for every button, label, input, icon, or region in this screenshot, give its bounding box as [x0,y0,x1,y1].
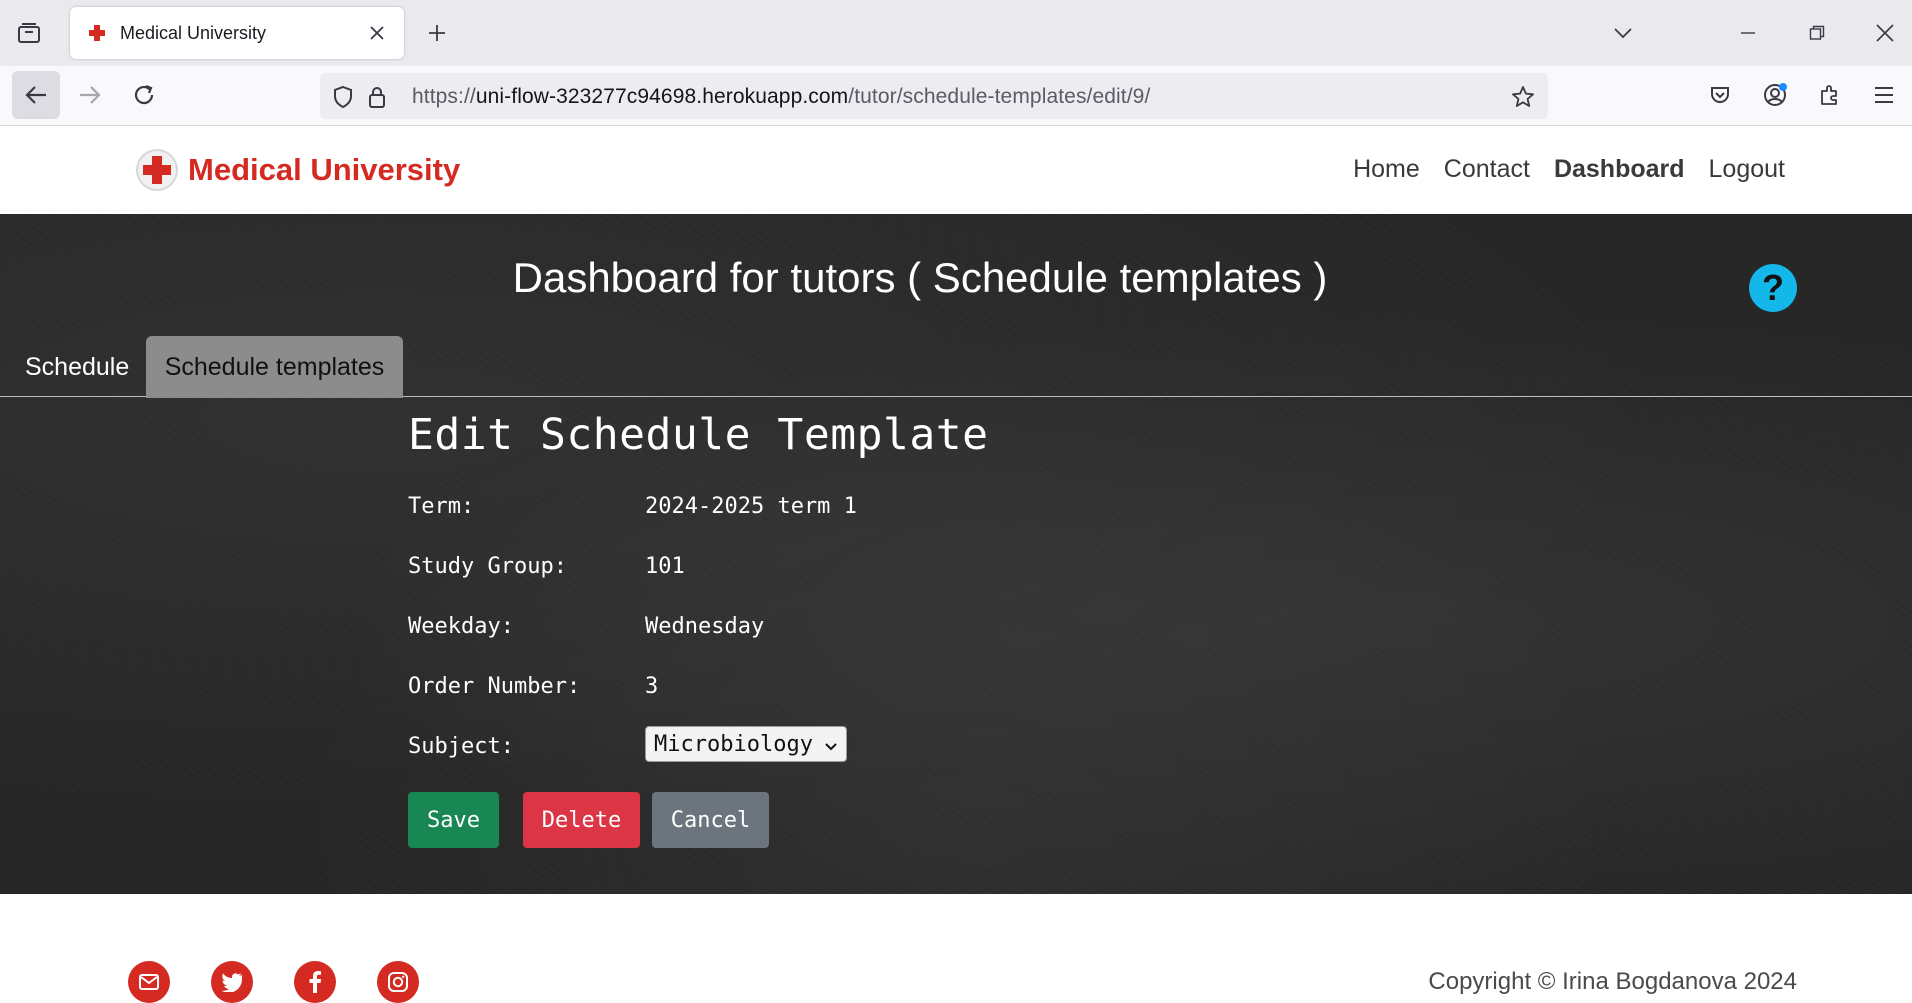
form-actions: Save Delete Cancel [408,792,808,848]
edit-template-form: Edit Schedule Template Term: 2024-2025 t… [408,410,989,848]
url-path: /tutor/schedule-templates/edit/9/ [848,85,1151,108]
page-title: Dashboard for tutors ( Schedule template… [512,254,1328,301]
dashboard-board: Dashboard for tutors ( Schedule template… [0,214,1912,894]
subject-selected-value: Microbiology [654,731,813,757]
url-text[interactable]: https://uni-flow-323277c94698.herokuapp.… [412,85,1150,109]
weekday-label: Weekday: [408,614,514,639]
study-group-value: 101 [645,554,685,579]
address-bar[interactable]: https://uni-flow-323277c94698.herokuapp.… [320,73,1548,119]
shield-icon[interactable] [330,84,356,110]
order-number-label: Order Number: [408,674,581,699]
save-button[interactable]: Save [408,792,499,848]
minimize-icon[interactable] [1731,16,1765,50]
brand-name: Medical University [188,152,461,187]
cancel-button[interactable]: Cancel [652,792,769,848]
back-arrow-icon[interactable] [12,71,60,119]
study-group-label: Study Group: [408,554,567,579]
site-footer: Copyright © Irina Bogdanova 2024 [0,894,1912,1003]
tab-title: Medical University [120,22,267,43]
tab-schedule-templates[interactable]: Schedule templates [146,336,403,398]
account-icon[interactable] [1752,71,1800,119]
new-tab-icon[interactable] [420,16,454,50]
twitter-icon[interactable] [211,961,253,1003]
term-label: Term: [408,494,475,519]
chevron-down-icon [824,735,838,760]
browser-toolbar: https://uni-flow-323277c94698.herokuapp.… [0,66,1912,126]
chevron-down-icon[interactable] [1606,16,1640,50]
brand-link[interactable]: Medical University [136,149,460,191]
mail-icon[interactable] [128,961,170,1003]
lock-icon[interactable] [364,84,390,110]
forward-arrow-icon[interactable] [66,71,114,119]
site-nav: Home Contact Dashboard Logout [1353,155,1785,184]
restore-icon[interactable] [1800,16,1834,50]
weekday-value: Wednesday [645,614,765,639]
pocket-icon[interactable] [1696,71,1744,119]
menu-icon[interactable] [1860,71,1908,119]
subject-select[interactable]: Microbiology [645,726,847,762]
browser-tab[interactable]: Medical University [70,7,404,59]
help-icon[interactable]: ? [1749,264,1797,312]
reload-icon[interactable] [120,71,168,119]
nav-logout[interactable]: Logout [1709,155,1785,184]
copyright-text: Copyright © Irina Bogdanova 2024 [1428,968,1797,995]
delete-button[interactable]: Delete [523,792,640,848]
tab-list-icon[interactable] [14,20,44,46]
close-window-icon[interactable] [1868,16,1902,50]
instagram-icon[interactable] [377,961,419,1003]
term-value: 2024-2025 term 1 [645,494,857,519]
red-cross-logo-icon [136,149,178,191]
bookmark-star-icon[interactable] [1510,84,1536,110]
dashboard-tabs: Schedule Schedule templates [0,322,1912,398]
extensions-icon[interactable] [1806,71,1854,119]
nav-contact[interactable]: Contact [1444,155,1530,184]
form-title: Edit Schedule Template [408,410,989,460]
close-tab-icon[interactable] [364,20,390,46]
url-scheme: https:// [412,85,476,108]
nav-dashboard[interactable]: Dashboard [1554,155,1685,184]
browser-tabstrip: Medical University [0,0,1912,66]
site-header: Medical University Home Contact Dashboar… [0,127,1912,214]
nav-home[interactable]: Home [1353,155,1420,184]
order-number-value: 3 [645,674,659,699]
facebook-icon[interactable] [294,961,336,1003]
url-host: uni-flow-323277c94698.herokuapp.com [475,85,849,108]
red-cross-icon [88,24,106,42]
tab-schedule[interactable]: Schedule [0,336,154,398]
subject-label: Subject: [408,734,514,759]
